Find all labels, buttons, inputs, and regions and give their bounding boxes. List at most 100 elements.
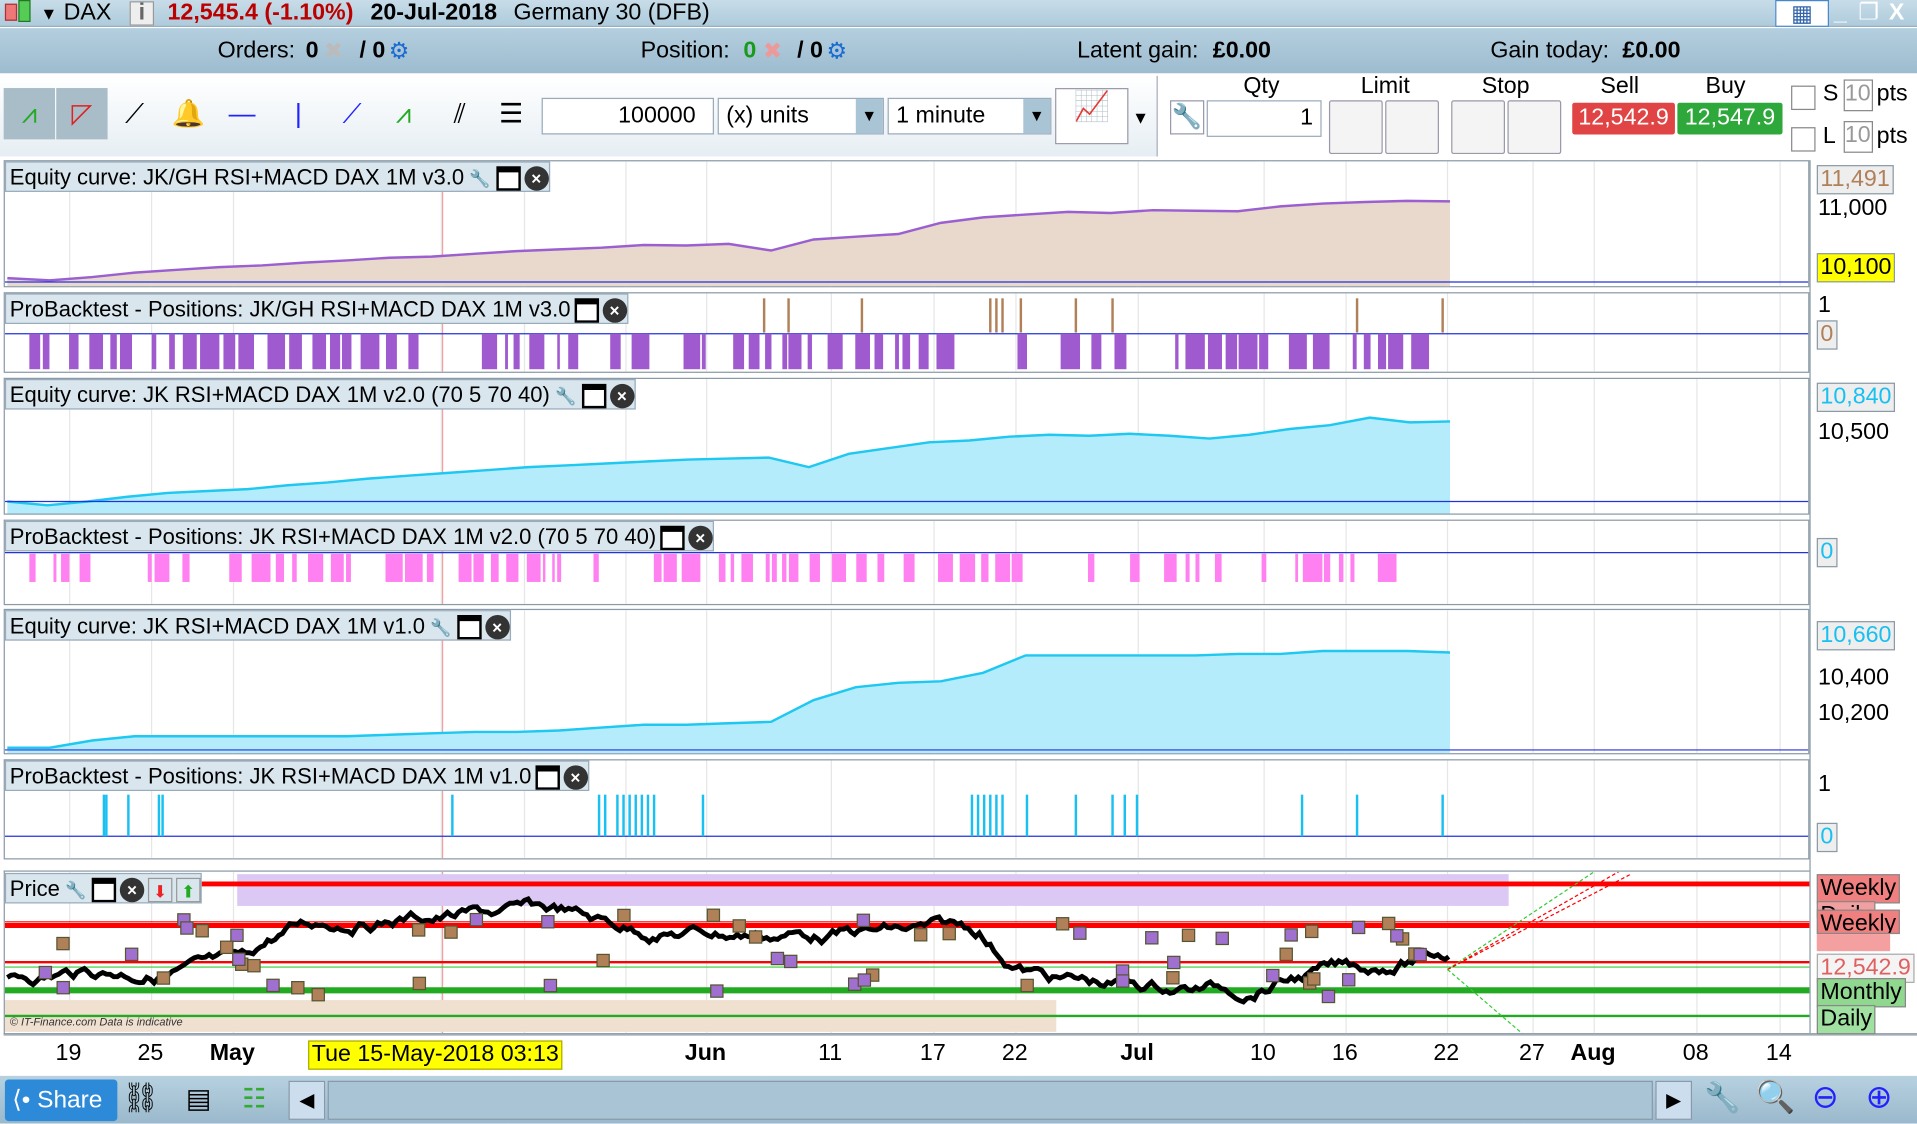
sell-label: Sell	[1600, 73, 1640, 100]
zoom-out-icon[interactable]: ⊖	[1812, 1078, 1839, 1116]
candle-icon	[4, 3, 18, 21]
sell-button[interactable]: 12,542.9	[1572, 102, 1675, 135]
stop-checkbox[interactable]	[1791, 85, 1816, 111]
position-bar	[408, 333, 419, 370]
limit-order-button[interactable]	[1328, 100, 1383, 155]
position-bar	[765, 553, 770, 582]
equity-curve-panel-v2[interactable]: Equity curve: JK RSI+MACD DAX 1M v2.0 (7…	[3, 377, 1810, 515]
trend-channel-tool-icon[interactable]: ◸	[56, 88, 108, 140]
scroll-left-button[interactable]: ◀	[288, 1080, 326, 1120]
position-bar	[1135, 794, 1139, 837]
wrench-icon[interactable]: 🔧	[468, 167, 492, 191]
window-icon[interactable]	[91, 878, 117, 903]
close-icon[interactable]: ×	[602, 298, 627, 324]
chevron-down-icon: ▼	[1023, 99, 1051, 134]
stop-order-button[interactable]	[1451, 100, 1505, 155]
close-window-icon[interactable]: X	[1889, 0, 1905, 27]
segment-tool-icon[interactable]: ⟋	[328, 88, 377, 139]
timeframe-select[interactable]: 1 minute ▼	[887, 97, 1052, 135]
orders-total: / 0	[359, 37, 386, 64]
auto-zoom-icon[interactable]: 🔍	[1756, 1078, 1796, 1116]
trade-marker	[1020, 978, 1034, 993]
info-icon[interactable]: i	[129, 1, 155, 26]
wrench-icon[interactable]: 🔧	[553, 384, 577, 408]
wrench-icon[interactable]: 🔧	[1170, 100, 1205, 135]
position-bar	[1091, 333, 1102, 370]
quantity-input[interactable]: 100000	[541, 97, 714, 135]
vertical-line-icon[interactable]: |	[274, 88, 323, 139]
price-panel[interactable]: Price 🔧 × ⬇ ⬆ © IT-Finance.com Data is indic…	[3, 870, 1917, 1035]
close-icon[interactable]: ×	[119, 878, 145, 903]
position-bar	[981, 553, 989, 582]
link-icon[interactable]: ⛓	[122, 1081, 159, 1116]
positions-panel-v3[interactable]: ProBacktest - Positions: JK/GH RSI+MACD …	[3, 292, 1810, 373]
current-value-tag: 10,660	[1816, 621, 1896, 651]
units-select[interactable]: (x) units ▼	[717, 97, 884, 135]
candle-icon	[18, 0, 31, 23]
position-bar	[832, 553, 847, 582]
close-icon[interactable]: ×	[609, 384, 635, 409]
qty-input[interactable]: 1	[1206, 100, 1322, 137]
wrench-icon[interactable]: 🔧	[429, 615, 453, 639]
limit-order-alt-button[interactable]	[1385, 100, 1439, 155]
share-button[interactable]: ⟨• Share	[4, 1079, 118, 1122]
close-icon[interactable]: ×	[563, 765, 588, 791]
window-icon[interactable]	[581, 384, 607, 409]
trade-marker	[1307, 972, 1321, 986]
window-icon[interactable]	[574, 298, 599, 324]
close-position-icon[interactable]: ✖	[763, 38, 782, 66]
limit-pts-input[interactable]: 10	[1843, 121, 1873, 153]
latent-gain-value: £0.00	[1212, 37, 1271, 64]
window-icon[interactable]	[659, 526, 685, 551]
close-icon[interactable]: ×	[484, 615, 510, 640]
dropdown-arrow-icon[interactable]: ▼	[40, 0, 57, 27]
axis-tick: 10,400	[1817, 665, 1890, 691]
zoom-in-icon[interactable]: ⊕	[1866, 1078, 1893, 1116]
position-settings-icon[interactable]: ⚙	[826, 38, 847, 66]
position-bar	[616, 794, 619, 837]
time-axis-label: Aug	[1570, 1040, 1616, 1067]
close-icon[interactable]: ×	[524, 166, 549, 192]
chevron-down-icon[interactable]: ▼	[1132, 108, 1149, 128]
restore-icon[interactable]: ❐	[1858, 0, 1879, 27]
indicators-button[interactable]: 📈	[1055, 88, 1129, 145]
regression-channel-icon[interactable]: ⩘	[379, 88, 428, 139]
order-book-icon[interactable]: ▤	[186, 1083, 211, 1115]
trade-marker	[411, 923, 426, 937]
parallel-lines-icon[interactable]: ⫽	[435, 88, 484, 139]
support-resistance-tool-icon[interactable]: ⩘	[3, 88, 56, 140]
limit-checkbox[interactable]	[1791, 127, 1816, 152]
position-bar	[251, 553, 271, 582]
orders-settings-icon[interactable]: ⚙	[389, 38, 410, 66]
equity-curve-panel-v1[interactable]: Equity curve: JK RSI+MACD DAX 1M v1.0 🔧 ×	[3, 608, 1810, 755]
close-icon[interactable]: ×	[687, 526, 713, 551]
positions-panel-v1[interactable]: ProBacktest - Positions: JK RSI+MACD DAX…	[3, 759, 1810, 860]
stop-order-alt-button[interactable]	[1507, 100, 1562, 155]
buy-arrow-icon[interactable]: ⬆	[176, 878, 201, 903]
symbol-label[interactable]: DAX	[64, 0, 112, 27]
horizontal-scrollbar[interactable]	[327, 1080, 1653, 1120]
stop-pts-input[interactable]: 10	[1843, 79, 1873, 112]
minimize-icon[interactable]: _	[1834, 0, 1847, 27]
equity-curve-panel-v3[interactable]: Equity curve: JK/GH RSI+MACD DAX 1M v3.0…	[3, 160, 1810, 288]
wrench-icon[interactable]: 🔧	[64, 878, 88, 902]
alert-bell-icon[interactable]: 🔔	[164, 88, 213, 139]
fibonacci-tool-icon[interactable]: ☰	[487, 88, 536, 139]
positions-panel-v2[interactable]: ProBacktest - Positions: JK RSI+MACD DAX…	[3, 519, 1810, 606]
window-icon[interactable]	[535, 765, 560, 791]
buy-button[interactable]: 12,547.9	[1677, 102, 1783, 135]
window-icon[interactable]	[495, 166, 521, 192]
trade-marker	[311, 987, 325, 1002]
position-bar	[529, 333, 545, 370]
horizontal-line-icon[interactable]: —	[218, 88, 267, 139]
cancel-orders-icon[interactable]: ✖	[324, 38, 343, 66]
window-icon[interactable]	[456, 615, 482, 640]
depth-ladder-icon[interactable]: ☷	[242, 1083, 266, 1115]
position-bar	[718, 553, 726, 582]
scroll-right-button[interactable]: ▶	[1655, 1080, 1693, 1120]
keyboard-icon[interactable]: ▦	[1775, 0, 1829, 27]
sell-arrow-icon[interactable]: ⬇	[147, 878, 173, 903]
position-bar	[110, 333, 117, 370]
line-tool-icon[interactable]: ⟋	[110, 88, 159, 139]
chart-settings-icon[interactable]: 🔧	[1704, 1081, 1741, 1116]
